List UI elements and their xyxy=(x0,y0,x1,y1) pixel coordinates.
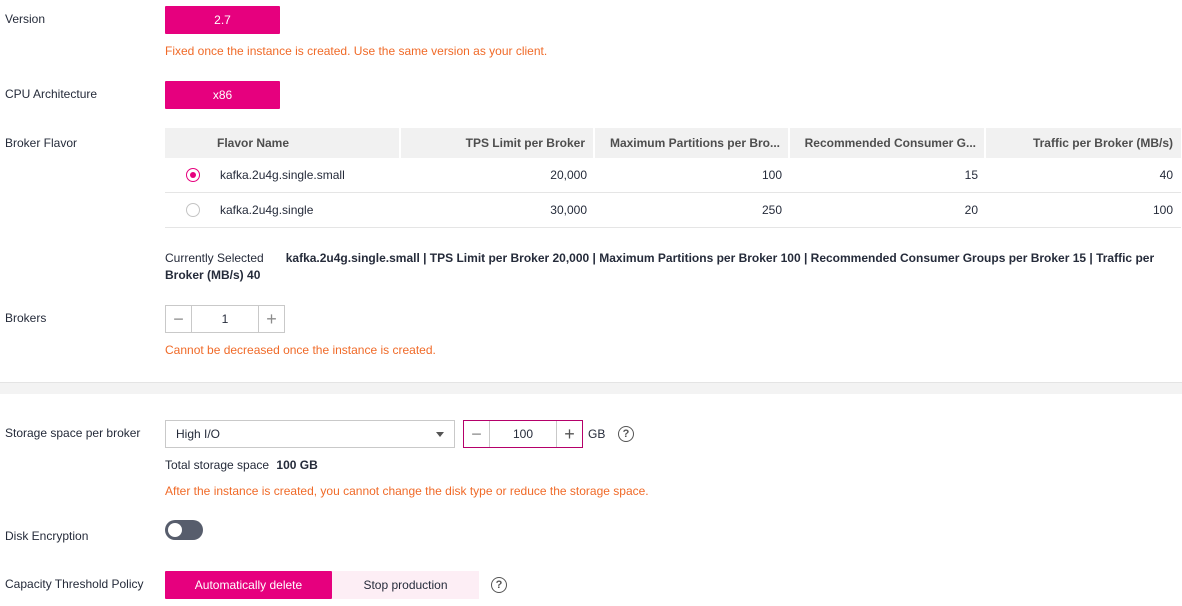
plus-icon[interactable]: + xyxy=(557,421,582,447)
column-header-traffic[interactable]: Traffic per Broker (MB/s) xyxy=(986,128,1181,158)
storage-size-input[interactable]: 100 xyxy=(489,421,557,447)
minus-icon[interactable]: − xyxy=(464,421,489,447)
column-header-flavor-name[interactable]: Flavor Name xyxy=(165,128,401,158)
brokers-label: Brokers xyxy=(5,311,47,325)
total-storage: Total storage space 100 GB xyxy=(165,458,318,472)
brokers-input[interactable]: 1 xyxy=(191,306,259,332)
storage-hint: After the instance is created, you canno… xyxy=(165,484,649,498)
question-circle-icon[interactable]: ? xyxy=(491,577,507,593)
section-divider xyxy=(0,382,1182,394)
currently-selected-summary: Currently Selected kafka.2u4g.single.smal… xyxy=(165,250,1175,284)
minus-icon[interactable]: − xyxy=(166,306,191,332)
plus-icon[interactable]: + xyxy=(259,306,284,332)
traffic-cell: 40 xyxy=(1159,168,1173,182)
version-hint: Fixed once the instance is created. Use … xyxy=(165,44,548,58)
disk-encryption-toggle[interactable] xyxy=(165,520,203,540)
storage-label: Storage space per broker xyxy=(5,426,141,440)
partitions-cell: 250 xyxy=(761,203,782,217)
disk-type-value: High I/O xyxy=(176,427,221,441)
flavor-table: Flavor Name TPS Limit per Broker Maximum… xyxy=(165,128,1181,228)
caret-down-icon xyxy=(436,432,444,437)
capacity-policy-label: Capacity Threshold Policy xyxy=(5,577,144,591)
flavor-table-header: Flavor Name TPS Limit per Broker Maximum… xyxy=(165,128,1181,158)
flavor-name: kafka.2u4g.single xyxy=(220,203,314,217)
table-row[interactable]: kafka.2u4g.single 30,000 250 20 100 xyxy=(165,193,1181,228)
traffic-cell: 100 xyxy=(1152,203,1173,217)
brokers-stepper: − 1 + xyxy=(165,305,285,333)
table-row[interactable]: kafka.2u4g.single.small 20,000 100 15 40 xyxy=(165,158,1181,193)
tps-cell: 30,000 xyxy=(550,203,587,217)
cpu-architecture-label: CPU Architecture xyxy=(5,87,98,101)
consumer-groups-cell: 15 xyxy=(964,168,978,182)
storage-unit: GB xyxy=(588,427,606,441)
currently-selected-value-cont: Broker (MB/s) 40 xyxy=(165,268,261,282)
broker-flavor-label: Broker Flavor xyxy=(5,136,78,150)
version-option-button[interactable]: 2.7 xyxy=(165,6,280,34)
currently-selected-label: Currently Selected xyxy=(165,251,264,265)
auto-delete-option[interactable]: Automatically delete xyxy=(165,571,332,599)
flavor-name: kafka.2u4g.single.small xyxy=(220,168,345,182)
total-storage-label: Total storage space xyxy=(165,458,270,472)
brokers-hint: Cannot be decreased once the instance is… xyxy=(165,343,436,357)
column-header-tps[interactable]: TPS Limit per Broker xyxy=(401,128,595,158)
consumer-groups-cell: 20 xyxy=(964,203,978,217)
flavor-radio-selected[interactable] xyxy=(186,168,200,182)
disk-type-select[interactable]: High I/O xyxy=(165,420,455,448)
total-storage-value: 100 GB xyxy=(276,458,318,472)
cpu-option-button[interactable]: x86 xyxy=(165,81,280,109)
partitions-cell: 100 xyxy=(761,168,782,182)
version-label: Version xyxy=(5,12,46,26)
currently-selected-value: kafka.2u4g.single.small | TPS Limit per … xyxy=(285,251,1155,265)
disk-encryption-label: Disk Encryption xyxy=(5,529,89,543)
storage-size-stepper: − 100 + xyxy=(463,420,583,448)
tps-cell: 20,000 xyxy=(550,168,587,182)
column-header-consumer-groups[interactable]: Recommended Consumer G... xyxy=(790,128,986,158)
column-header-partitions[interactable]: Maximum Partitions per Bro... xyxy=(595,128,790,158)
question-circle-icon[interactable]: ? xyxy=(618,426,634,442)
flavor-radio[interactable] xyxy=(186,203,200,217)
stop-production-option[interactable]: Stop production xyxy=(332,571,479,599)
